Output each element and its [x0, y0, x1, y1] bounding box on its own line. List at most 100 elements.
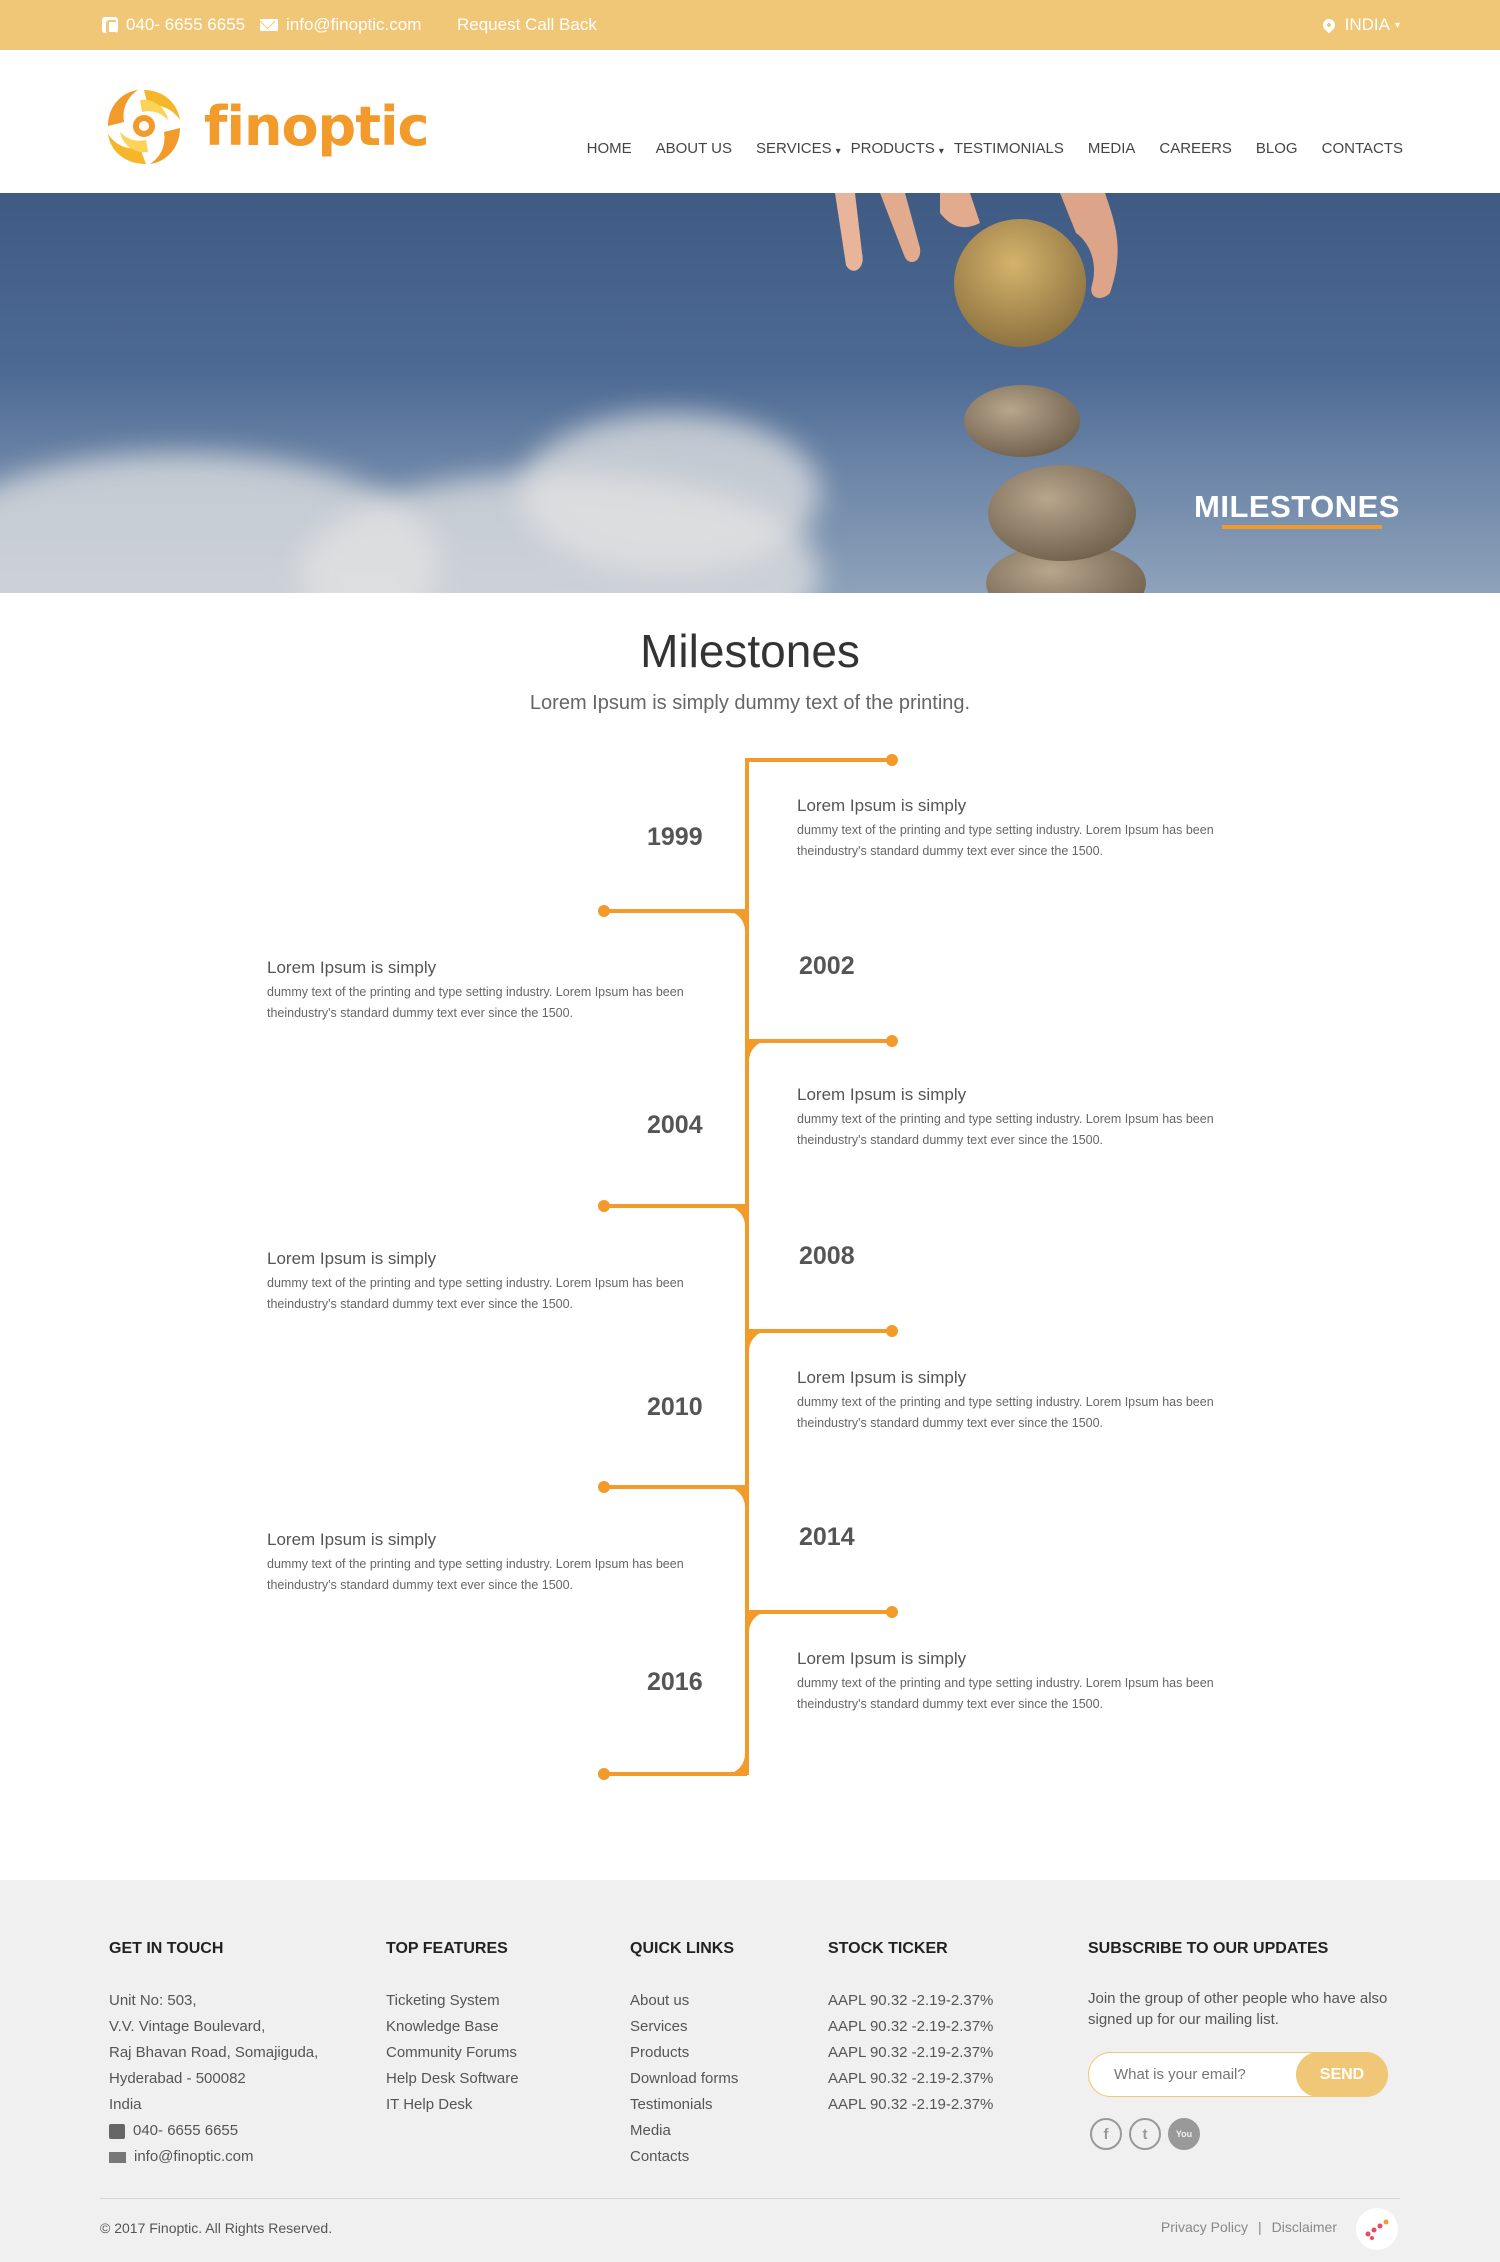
footer-get-in-touch: GET IN TOUCH Unit No: 503, V.V. Vintage … [109, 1940, 318, 2170]
chevron-down-icon: ▾ [938, 146, 944, 157]
milestone-entry: Lorem Ipsum is simply dummy text of the … [267, 958, 717, 1024]
recaptcha-badge-icon[interactable] [1356, 2208, 1398, 2250]
send-button[interactable]: SEND [1296, 2052, 1388, 2097]
milestone-heading: Lorem Ipsum is simply [797, 1649, 967, 1668]
twitter-icon[interactable]: t [1129, 2118, 1161, 2150]
milestone-body: dummy text of the printing and type sett… [267, 985, 684, 1020]
footer-email[interactable]: info@finoptic.com [109, 2144, 318, 2170]
copyright-text: © 2017 Finoptic. All Rights Reserved. [100, 2220, 333, 2236]
hero-banner: MILESTONES [0, 193, 1500, 593]
phone-icon [102, 17, 118, 34]
nav-about-us[interactable]: ABOUT US [656, 140, 732, 157]
milestone-year: 2014 [799, 1523, 855, 1551]
footer-phone-text: 040- 6655 6655 [133, 2122, 239, 2139]
footer-stock-title: STOCK TICKER [828, 1940, 948, 1957]
milestone-year: 2010 [647, 1393, 703, 1421]
milestone-entry: Lorem Ipsum is simply dummy text of the … [267, 1530, 717, 1596]
footer-link[interactable]: IT Help Desk [386, 2092, 519, 2118]
milestone-heading: Lorem Ipsum is simply [797, 796, 967, 815]
footer-link[interactable]: Help Desk Software [386, 2066, 519, 2092]
nav-careers[interactable]: CAREERS [1159, 140, 1232, 157]
milestone-entry: Lorem Ipsum is simply dummy text of the … [797, 796, 1247, 862]
disclaimer-link[interactable]: Disclaimer [1272, 2219, 1337, 2235]
address-line: India [109, 2096, 142, 2113]
milestones-title: Milestones [640, 625, 860, 677]
milestone-year: 2002 [799, 952, 855, 980]
milestone-entry: Lorem Ipsum is simply dummy text of the … [797, 1649, 1247, 1715]
milestone-heading: Lorem Ipsum is simply [797, 1085, 967, 1104]
footer-stock-ticker: STOCK TICKER AAPL 90.32 -2.19-2.37% AAPL… [828, 1940, 993, 2118]
milestone-year: 2008 [799, 1242, 855, 1270]
milestone-heading: Lorem Ipsum is simply [267, 1530, 437, 1549]
nav-media[interactable]: MEDIA [1088, 140, 1136, 157]
milestone-body: dummy text of the printing and type sett… [797, 1395, 1214, 1430]
footer-phone[interactable]: 040- 6655 6655 [109, 2118, 318, 2144]
footer-features-title: TOP FEATURES [386, 1940, 508, 1957]
hero-title-underline [1222, 525, 1382, 529]
footer-link[interactable]: Services [630, 2014, 738, 2040]
chevron-down-icon: ▾ [1394, 19, 1400, 31]
topbar-phone[interactable]: 040- 6655 6655 [102, 15, 245, 35]
phone-icon [109, 2123, 125, 2139]
subscribe-form: SEND [1088, 2052, 1388, 2097]
social-links: f t You [1090, 2118, 1200, 2150]
topbar-email[interactable]: info@finoptic.com [260, 15, 421, 35]
footer-link[interactable]: Knowledge Base [386, 2014, 519, 2040]
country-selector[interactable]: INDIA ▾ [1320, 15, 1400, 35]
footer-top-features: TOP FEATURES Ticketing System Knowledge … [386, 1940, 519, 2118]
logo[interactable]: finoptic [100, 84, 430, 168]
topbar-phone-text: 040- 6655 6655 [126, 15, 246, 34]
milestones-subtitle: Lorem Ipsum is simply dummy text of the … [529, 692, 971, 714]
milestone-body: dummy text of the printing and type sett… [797, 823, 1214, 858]
stock-ticker-row: AAPL 90.32 -2.19-2.37% [828, 2018, 994, 2035]
nav-products-label: PRODUCTS [850, 140, 935, 157]
stock-ticker-row: AAPL 90.32 -2.19-2.37% [828, 2096, 994, 2113]
milestone-entry: Lorem Ipsum is simply dummy text of the … [267, 1249, 717, 1315]
nav-products[interactable]: PRODUCTS ▾ [851, 140, 944, 157]
badge-dots-icon [1365, 2219, 1389, 2240]
footer-link[interactable]: About us [630, 1988, 738, 2014]
brand-name: finoptic [204, 94, 430, 158]
top-bar: 040- 6655 6655 info@finoptic.com Request… [0, 0, 1500, 50]
mail-icon [109, 2151, 126, 2163]
address-line: Unit No: 503, [109, 1992, 197, 2009]
nav-home[interactable]: HOME [587, 140, 632, 157]
footer-link[interactable]: Testimonials [630, 2092, 738, 2118]
nav-services[interactable]: SERVICES ▾ [756, 140, 841, 157]
footer-link[interactable]: Community Forums [386, 2040, 519, 2066]
youtube-icon[interactable]: You [1168, 2118, 1200, 2150]
nav-testimonials[interactable]: TESTIMONIALS [954, 140, 1064, 157]
hero-title: MILESTONES [1194, 489, 1400, 524]
milestone-body: dummy text of the printing and type sett… [267, 1276, 684, 1311]
footer-touch-title: GET IN TOUCH [109, 1940, 224, 1957]
footer-quick-title: QUICK LINKS [630, 1940, 734, 1957]
stock-ticker-row: AAPL 90.32 -2.19-2.37% [828, 1992, 994, 2009]
timeline-graphic [598, 754, 898, 1780]
footer-link[interactable]: Download forms [630, 2066, 738, 2092]
topbar-email-text: info@finoptic.com [286, 15, 422, 34]
nav-media-label: MEDIA [1087, 140, 1136, 157]
footer-link[interactable]: Media [630, 2118, 738, 2144]
chevron-down-icon: ▾ [835, 146, 841, 157]
footer-link[interactable]: Ticketing System [386, 1988, 519, 2014]
milestone-year: 2016 [647, 1668, 703, 1696]
subscribe-description: Join the group of other people who have … [1088, 1990, 1388, 2028]
footer-link[interactable]: Products [630, 2040, 738, 2066]
nav-blog-label: BLOG [1255, 140, 1298, 157]
legal-separator: | [1258, 2219, 1262, 2235]
email-subscribe-input[interactable] [1114, 2066, 1264, 2083]
milestone-body: dummy text of the printing and type sett… [797, 1112, 1214, 1147]
footer-email-text: info@finoptic.com [134, 2148, 254, 2165]
nav-careers-label: CAREERS [1159, 140, 1232, 157]
address-line: V.V. Vintage Boulevard, [109, 2018, 266, 2035]
footer-link[interactable]: Contacts [630, 2144, 738, 2170]
nav-blog[interactable]: BLOG [1256, 140, 1298, 157]
milestone-heading: Lorem Ipsum is simply [797, 1368, 967, 1387]
nav-about-label: ABOUT US [655, 140, 733, 157]
nav-contacts[interactable]: CONTACTS [1322, 140, 1403, 157]
address-line: Raj Bhavan Road, Somajiguda, [109, 2044, 319, 2061]
privacy-policy-link[interactable]: Privacy Policy [1161, 2219, 1248, 2235]
facebook-icon[interactable]: f [1090, 2118, 1122, 2150]
request-call-back-link[interactable]: Request Call Back [457, 15, 597, 35]
site-header: finoptic HOME ABOUT US SERVICES ▾ PRODUCT… [0, 50, 1500, 193]
